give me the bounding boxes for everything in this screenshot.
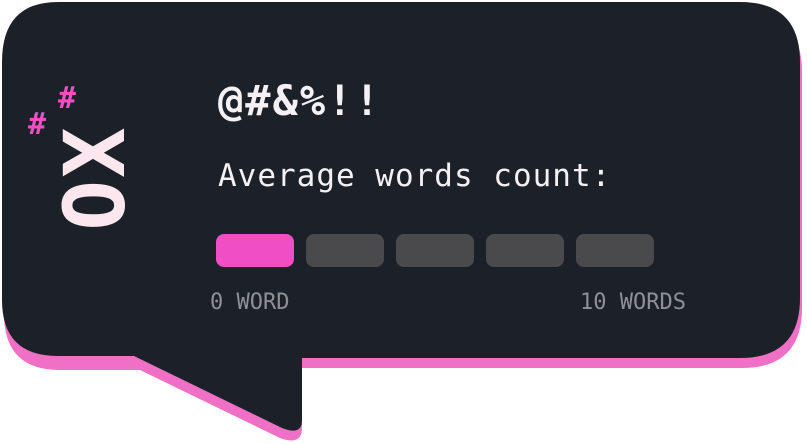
speech-bubble-card: OX # # @#&%!! Average words count: 0 WOR… [0, 0, 807, 444]
hash-icon: # [28, 107, 47, 142]
word-count-meter [216, 234, 654, 267]
meter-segment-inactive [576, 234, 654, 267]
ox-logo-text: OX [46, 125, 144, 231]
meter-segment-inactive [486, 234, 564, 267]
meter-max-label: 10 WORDS [580, 290, 686, 315]
meter-segment-active [216, 234, 294, 267]
meter-min-label: 0 WORD [210, 290, 290, 315]
meter-segment-inactive [306, 234, 384, 267]
average-words-label: Average words count: [218, 158, 612, 194]
hash-icon: # [58, 81, 77, 116]
title-text: @#&%!! [218, 76, 382, 125]
meter-segment-inactive [396, 234, 474, 267]
